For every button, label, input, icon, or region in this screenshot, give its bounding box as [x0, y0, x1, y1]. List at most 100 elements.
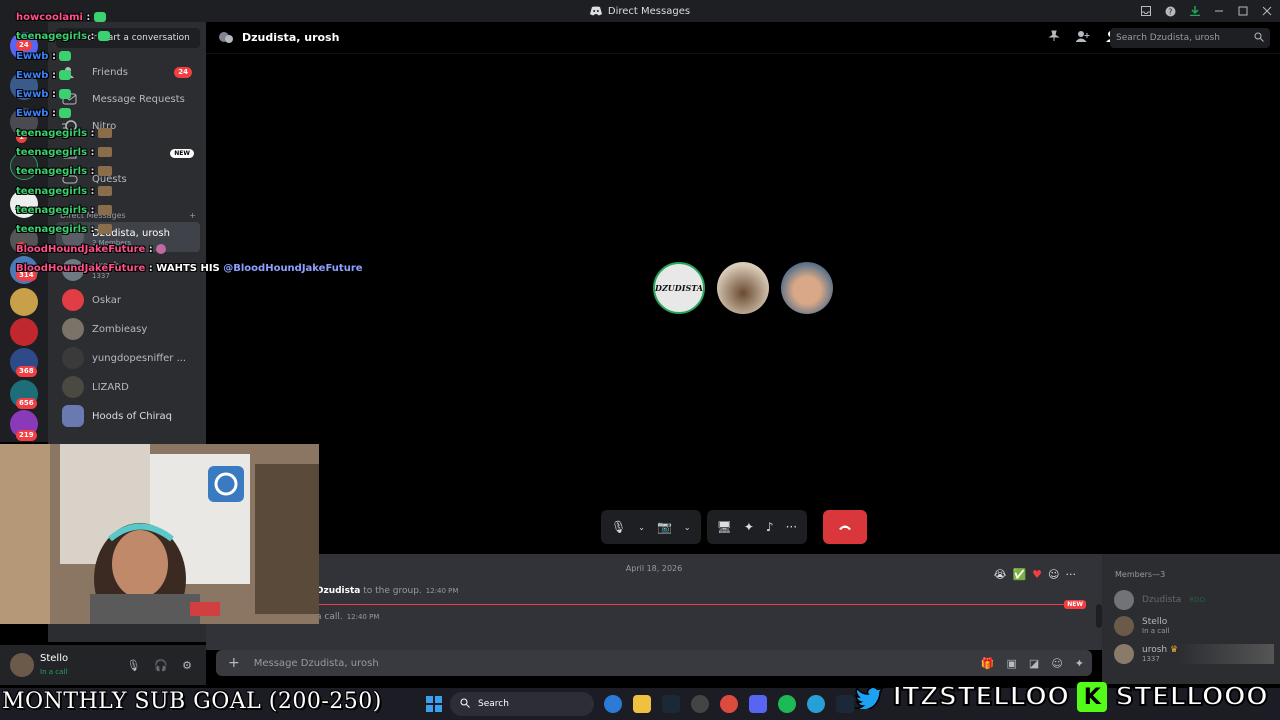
soundboard-icon[interactable]: ♪ — [766, 520, 774, 534]
avatar — [62, 376, 84, 398]
overlay-user: BloodHoundJakeFuture — [16, 262, 146, 274]
spotify-icon[interactable] — [778, 695, 796, 713]
download-icon[interactable] — [1190, 6, 1200, 16]
participant-tile[interactable]: DZUDISTA — [653, 262, 705, 314]
member-text: urosh ♛ 1337 — [1142, 645, 1178, 663]
headphones-icon[interactable]: 🎧 — [154, 659, 168, 672]
emote-icon — [59, 108, 72, 119]
check-reaction-icon[interactable]: ✅ — [1012, 568, 1026, 581]
file-explorer-icon[interactable] — [633, 695, 651, 713]
close-icon[interactable] — [1262, 6, 1272, 16]
member-name: Dzudista — [1142, 595, 1182, 605]
sticker-icon[interactable]: ◪ — [1029, 657, 1039, 670]
overlay-text: WAHTS HIS — [156, 262, 220, 274]
screen-share-icon[interactable]: 🖥 — [717, 520, 732, 534]
rail-badge: 656 — [16, 398, 37, 409]
overlay-user: Ewwb — [16, 89, 49, 101]
group-avatar — [62, 405, 84, 427]
kick-handle: STELLOOO — [1114, 681, 1269, 713]
apps-icon[interactable]: ✦ — [1075, 657, 1084, 670]
participant-logo: DZUDISTA — [655, 283, 703, 293]
overlay-message: teenagegirls : — [16, 162, 363, 181]
member-item[interactable]: Stello In a call — [1114, 616, 1169, 636]
emote-icon — [98, 224, 113, 235]
dm-label: yungdopesniffer ... — [92, 352, 187, 364]
telegram-icon[interactable] — [807, 695, 825, 713]
more-icon[interactable]: ··· — [786, 520, 797, 534]
overlay-user: teenagegirls — [16, 31, 88, 43]
member-item[interactable]: urosh ♛ 1337 — [1114, 644, 1274, 664]
twitter-handle: ITZSTELLOO — [891, 681, 1070, 713]
dm-yungdopesniffer[interactable]: yungdopesniffer ... — [56, 344, 200, 372]
taskbar-search[interactable]: Search — [450, 692, 594, 716]
chrome-icon[interactable] — [720, 695, 738, 713]
microphone-icon[interactable]: 🎙 — [126, 659, 140, 672]
avatar[interactable] — [10, 653, 34, 677]
attach-plus-icon[interactable]: + — [228, 655, 240, 671]
overlay-message: howcoolami : — [16, 8, 363, 27]
avatar — [62, 347, 84, 369]
emoji-icon[interactable]: ☺ — [1051, 657, 1062, 670]
steam-icon[interactable] — [836, 695, 854, 713]
minimize-icon[interactable] — [1214, 6, 1224, 16]
activities-icon[interactable]: ✦ — [744, 520, 754, 534]
member-tag: RDO — [1189, 596, 1206, 604]
overlay-user: Ewwb — [16, 108, 49, 120]
member-list: Members—3 Dzudista RDO Stello In a call u… — [1102, 554, 1280, 684]
maximize-icon[interactable] — [1238, 6, 1248, 16]
avatar — [1114, 644, 1134, 664]
camera-off-icon[interactable]: 📷 — [657, 520, 672, 534]
new-tag: NEW — [1064, 600, 1086, 609]
dm-hoods-of-chiraq[interactable]: Hoods of Chiraq — [56, 402, 200, 430]
composer-placeholder: Message Dzudista, urosh — [253, 657, 379, 669]
window-title: Direct Messages — [607, 5, 691, 17]
windows-start-icon[interactable] — [425, 695, 443, 713]
window-controls: ? — [1141, 0, 1272, 22]
pin-icon[interactable] — [1048, 30, 1060, 45]
overlay-user: BloodHoundJakeFuture — [16, 243, 146, 255]
more-icon[interactable]: ··· — [1066, 568, 1077, 581]
add-reaction-icon[interactable]: ☺ — [1048, 568, 1059, 581]
emote-icon — [98, 185, 113, 196]
member-name: urosh — [1142, 645, 1168, 655]
gif-icon[interactable]: ▣ — [1007, 657, 1017, 670]
message-composer[interactable]: + Message Dzudista, urosh 🎁 ▣ ◪ ☺ ✦ — [216, 650, 1092, 676]
microphone-icon[interactable]: 🎙 — [611, 520, 626, 534]
chevron-down-icon[interactable]: ⌄ — [638, 523, 645, 532]
disconnect-button[interactable] — [823, 510, 868, 544]
new-messages-divider — [316, 604, 1086, 605]
overlay-user: teenagegirls — [16, 224, 88, 236]
user-controls: 🎙 🎧 ⚙ — [126, 659, 192, 672]
dm-lizard[interactable]: LIZARD — [56, 373, 200, 401]
heart-reaction-icon[interactable]: ♥ — [1032, 568, 1042, 581]
discord-icon[interactable] — [749, 695, 767, 713]
edge-icon[interactable] — [604, 695, 622, 713]
server-icon[interactable] — [10, 318, 38, 346]
chevron-down-icon[interactable]: ⌄ — [684, 523, 691, 532]
gift-icon[interactable]: 🎁 — [981, 657, 995, 670]
dm-zombieasy[interactable]: Zombieasy — [56, 315, 200, 343]
steam-icon[interactable] — [662, 695, 680, 713]
message-author[interactable]: Dzudista — [316, 586, 360, 596]
emote-icon — [59, 89, 72, 100]
gear-icon[interactable]: ⚙ — [182, 659, 192, 672]
voice-call-stage: DZUDISTA 🎙 ⌄ 📷 ⌄ 🖥 ✦ ♪ ··· — [206, 54, 1280, 554]
emoji-reaction-icon[interactable]: 😭 — [994, 568, 1007, 581]
server-icon[interactable] — [10, 288, 38, 316]
emote-icon — [156, 243, 167, 254]
emote-icon — [98, 31, 111, 42]
member-text: Stello In a call — [1142, 617, 1169, 635]
participant-tile[interactable] — [781, 262, 833, 314]
sub-goal-banner: MONTHLY SUB GOAL (200-250) — [2, 689, 382, 714]
add-friends-icon[interactable] — [1074, 30, 1090, 45]
member-item[interactable]: Dzudista RDO — [1114, 590, 1205, 610]
message-time: 12:40 PM — [425, 587, 459, 595]
participant-tile[interactable] — [717, 262, 769, 314]
inbox-icon[interactable] — [1141, 6, 1151, 16]
webcam-feed — [0, 444, 319, 624]
header-search-input[interactable]: Search Dzudista, urosh — [1110, 28, 1270, 48]
dm-oskar[interactable]: Oskar — [56, 286, 200, 314]
help-icon[interactable]: ? — [1165, 6, 1176, 17]
obs-icon[interactable] — [691, 695, 709, 713]
avatar — [62, 289, 84, 311]
